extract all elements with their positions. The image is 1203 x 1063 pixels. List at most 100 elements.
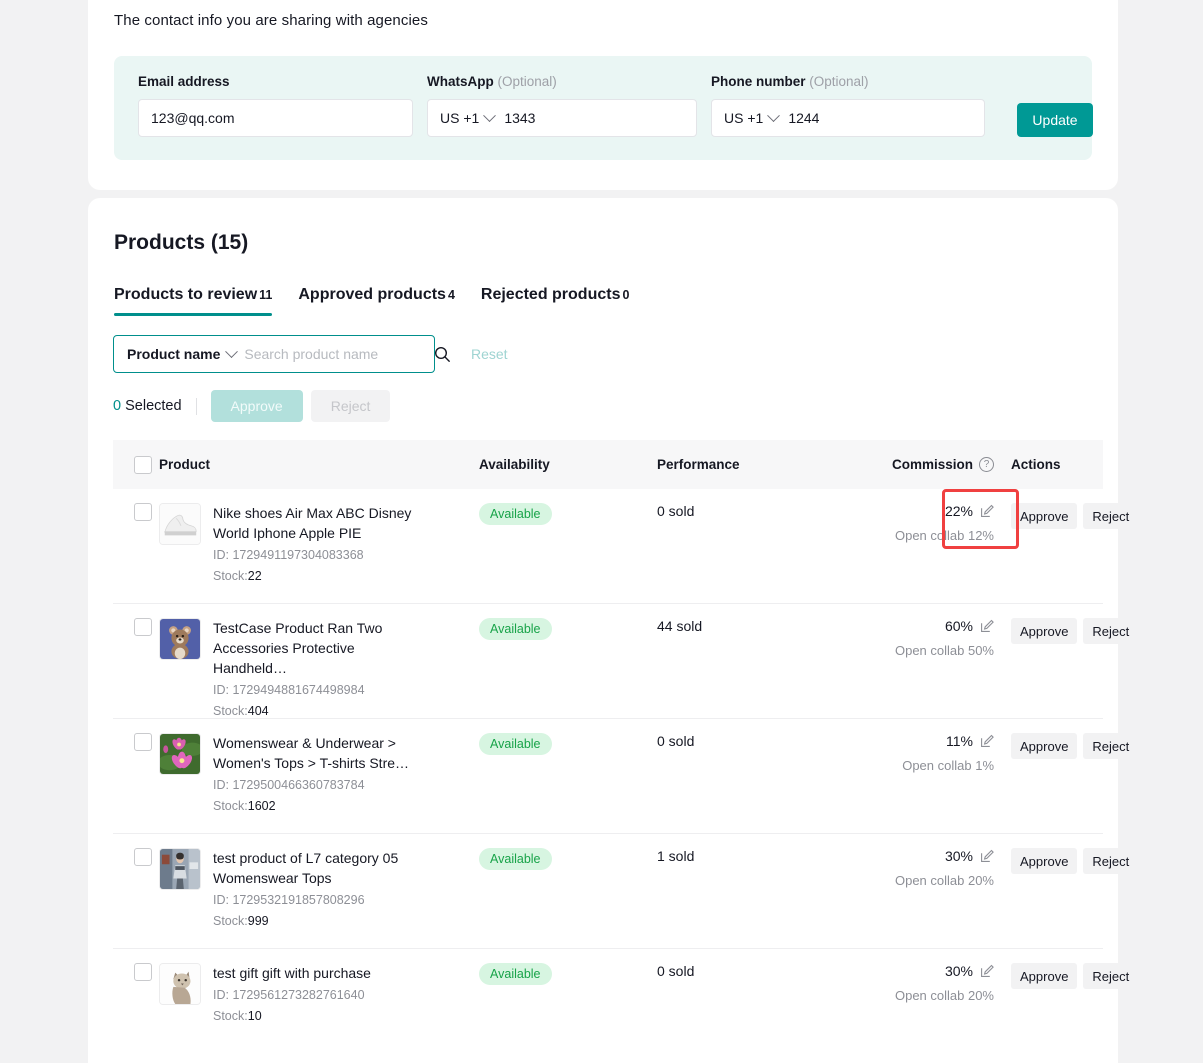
- status-badge: Available: [479, 618, 552, 640]
- column-header-actions: Actions: [994, 457, 1103, 472]
- tab-rejected-products[interactable]: Rejected products 0: [481, 286, 630, 316]
- table-row: test gift gift with purchase ID: 1729561…: [113, 949, 1103, 1063]
- bulk-action-row: 0 Selected Approve Reject: [113, 390, 390, 422]
- reject-button[interactable]: Reject: [1083, 618, 1138, 644]
- performance-value: 0 sold: [657, 503, 694, 519]
- row-checkbox[interactable]: [134, 963, 152, 981]
- product-id: ID: 1729500466360783784: [213, 776, 423, 794]
- row-select-cell: [113, 733, 159, 833]
- whatsapp-field-group: WhatsApp (Optional) US +1: [427, 74, 697, 137]
- approve-button[interactable]: Approve: [1011, 848, 1077, 874]
- approve-button[interactable]: Approve: [1011, 733, 1077, 759]
- edit-icon[interactable]: [980, 619, 994, 633]
- row-checkbox[interactable]: [134, 848, 152, 866]
- selected-count-label: 0 Selected: [113, 398, 182, 414]
- contact-info-description: The contact info you are sharing with ag…: [114, 12, 428, 29]
- edit-icon[interactable]: [980, 849, 994, 863]
- reject-button[interactable]: Reject: [1083, 503, 1138, 529]
- tab-rejected-products-label: Rejected products: [481, 286, 621, 304]
- product-id: ID: 1729532191857808296: [213, 891, 423, 909]
- approve-button[interactable]: Approve: [1011, 618, 1077, 644]
- edit-icon[interactable]: [980, 504, 994, 518]
- performance-cell: 1 sold: [657, 848, 871, 948]
- row-checkbox[interactable]: [134, 618, 152, 636]
- update-button[interactable]: Update: [1017, 103, 1093, 137]
- product-name[interactable]: Womenswear & Underwear > Women's Tops > …: [213, 733, 423, 773]
- product-stock: Stock:1602: [213, 797, 423, 815]
- commission-rate: 30%: [945, 848, 973, 864]
- product-cell: TestCase Product Ran Two Accessories Pro…: [159, 618, 479, 718]
- column-header-commission-label: Commission: [892, 457, 973, 472]
- performance-cell: 44 sold: [657, 618, 871, 718]
- products-table: Product Availability Performance Commiss…: [113, 440, 1103, 1063]
- row-select-cell: [113, 618, 159, 718]
- product-id: ID: 1729561273282761640: [213, 986, 423, 1004]
- search-icon[interactable]: [434, 346, 451, 363]
- commission-rate: 22%: [945, 503, 973, 519]
- page-root: The contact info you are sharing with ag…: [0, 0, 1203, 1063]
- availability-cell: Available: [479, 618, 657, 718]
- product-cell: test product of L7 category 05 Womenswea…: [159, 848, 479, 948]
- row-select-cell: [113, 848, 159, 948]
- row-checkbox[interactable]: [134, 503, 152, 521]
- bulk-divider: [196, 398, 197, 415]
- search-input[interactable]: [244, 346, 425, 362]
- product-name[interactable]: test gift gift with purchase: [213, 963, 423, 983]
- email-field-group: Email address: [138, 74, 413, 137]
- help-icon[interactable]: ?: [979, 457, 994, 472]
- commission-rate: 60%: [945, 618, 973, 634]
- cat-thumbnail: [159, 963, 201, 1005]
- row-checkbox[interactable]: [134, 733, 152, 751]
- product-cell: test gift gift with purchase ID: 1729561…: [159, 963, 479, 1063]
- product-stock: Stock:10: [213, 1007, 423, 1025]
- chevron-down-icon: [483, 109, 496, 122]
- status-badge: Available: [479, 848, 552, 870]
- product-name[interactable]: test product of L7 category 05 Womenswea…: [213, 848, 423, 888]
- performance-cell: 0 sold: [657, 733, 871, 833]
- edit-icon[interactable]: [980, 734, 994, 748]
- reject-button[interactable]: Reject: [1083, 963, 1138, 989]
- actions-cell: Approve Reject: [994, 733, 1103, 833]
- column-header-performance: Performance: [657, 457, 871, 472]
- phone-label: Phone number (Optional): [711, 74, 985, 89]
- bulk-approve-button[interactable]: Approve: [211, 390, 303, 422]
- tab-products-to-review[interactable]: Products to review 11: [114, 286, 272, 316]
- select-all-checkbox[interactable]: [134, 456, 152, 474]
- tab-approved-products[interactable]: Approved products 4: [298, 286, 455, 316]
- lotus-thumbnail: [159, 733, 201, 775]
- search-field-select[interactable]: Product name: [114, 346, 244, 362]
- approve-button[interactable]: Approve: [1011, 963, 1077, 989]
- selected-word: Selected: [125, 398, 181, 414]
- approve-button[interactable]: Approve: [1011, 503, 1077, 529]
- whatsapp-number-input[interactable]: [504, 100, 696, 136]
- column-header-commission: Commission ?: [871, 457, 994, 472]
- chevron-down-icon: [225, 345, 238, 358]
- tab-rejected-products-count: 0: [622, 288, 629, 302]
- product-stock: Stock:999: [213, 912, 423, 930]
- product-cell: Nike shoes Air Max ABC Disney World Ipho…: [159, 503, 479, 603]
- status-badge: Available: [479, 963, 552, 985]
- edit-icon[interactable]: [980, 964, 994, 978]
- product-name[interactable]: TestCase Product Ran Two Accessories Pro…: [213, 618, 423, 678]
- open-collab-rate: Open collab 20%: [871, 873, 994, 888]
- search-field-select-value: Product name: [127, 346, 220, 362]
- bulk-reject-button[interactable]: Reject: [311, 390, 391, 422]
- product-stock: Stock:404: [213, 702, 423, 720]
- phone-country-code-select[interactable]: US +1: [712, 100, 788, 136]
- product-stock: Stock:22: [213, 567, 423, 585]
- performance-value: 0 sold: [657, 733, 694, 749]
- column-header-availability: Availability: [479, 457, 657, 472]
- phone-number-input[interactable]: [788, 100, 984, 136]
- actions-cell: Approve Reject: [994, 963, 1103, 1063]
- reject-button[interactable]: Reject: [1083, 733, 1138, 759]
- product-name[interactable]: Nike shoes Air Max ABC Disney World Ipho…: [213, 503, 423, 543]
- model-thumbnail: [159, 848, 201, 890]
- whatsapp-country-code-select[interactable]: US +1: [428, 100, 504, 136]
- table-row: Womenswear & Underwear > Women's Tops > …: [113, 719, 1103, 834]
- reject-button[interactable]: Reject: [1083, 848, 1138, 874]
- email-input[interactable]: [138, 99, 413, 137]
- reset-filters-link[interactable]: Reset: [471, 346, 508, 362]
- availability-cell: Available: [479, 848, 657, 948]
- search-box: Product name: [113, 335, 435, 373]
- tab-approved-products-label: Approved products: [298, 286, 446, 304]
